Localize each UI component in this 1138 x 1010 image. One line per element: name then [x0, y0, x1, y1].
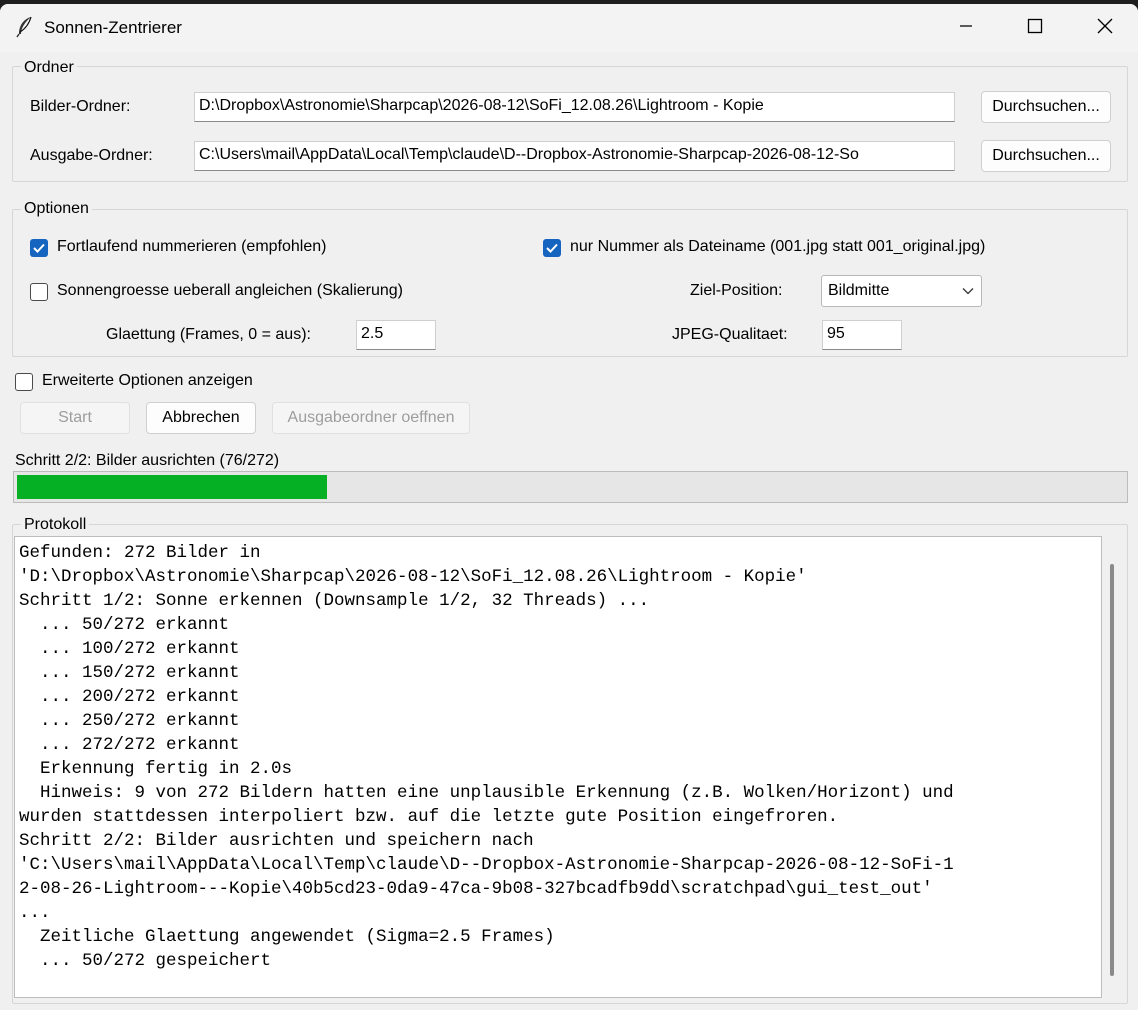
angleichen-checkbox[interactable] [30, 283, 48, 301]
log-scrollbar-thumb[interactable] [1110, 564, 1114, 976]
app-window: Sonnen-Zentrierer Ordner Bilder-Ordner: … [0, 4, 1138, 1010]
erweiterte-optionen-label[interactable]: Erweiterte Optionen anzeigen [42, 372, 253, 390]
bilder-ordner-input[interactable]: D:\Dropbox\Astronomie\Sharpcap\2026-08-1… [194, 92, 955, 122]
log-line: wurden stattdessen interpoliert bzw. auf… [19, 807, 839, 827]
log-line: ... 250/272 erkannt [19, 711, 240, 731]
start-button[interactable]: Start [20, 402, 130, 434]
log-line: Erkennung fertig in 2.0s [19, 759, 293, 779]
minimize-icon [958, 18, 974, 39]
progress-bar [13, 471, 1128, 503]
abbrechen-button[interactable]: Abbrechen [146, 402, 256, 434]
log-scrollbar[interactable] [1109, 564, 1115, 976]
log-line: Hinweis: 9 von 272 Bildern hatten eine u… [19, 783, 954, 803]
log-line: ... 50/272 erkannt [19, 615, 230, 635]
ausgabeordner-oeffnen-button[interactable]: Ausgabeordner oeffnen [272, 402, 470, 434]
chevron-down-icon [961, 284, 975, 303]
ziel-position-label: Ziel-Position: [690, 282, 783, 299]
checkmark-icon [543, 239, 561, 257]
nur-nummer-checkbox[interactable] [543, 239, 561, 257]
ausgabe-browse-button[interactable]: Durchsuchen... [981, 140, 1111, 172]
fortlaufend-checkbox[interactable] [30, 239, 48, 257]
log-line: 'D:\Dropbox\Astronomie\Sharpcap\2026-08-… [19, 567, 807, 587]
log-line: Gefunden: 272 Bilder in [19, 543, 261, 563]
log-line: ... 200/272 erkannt [19, 687, 240, 707]
ordner-group-label: Ordner [21, 59, 77, 77]
minimize-button[interactable] [931, 4, 1001, 52]
log-line: ... 50/272 gespeichert [19, 951, 272, 971]
nur-nummer-label[interactable]: nur Nummer als Dateiname (001.jpg statt … [570, 238, 985, 256]
close-icon [1096, 17, 1114, 40]
close-button[interactable] [1070, 4, 1138, 52]
feather-icon [16, 16, 34, 38]
status-text: Schritt 2/2: Bilder ausrichten (76/272) [15, 452, 280, 469]
log-line: Schritt 2/2: Bilder ausrichten und speic… [19, 831, 534, 851]
maximize-icon [1027, 18, 1043, 39]
fortlaufend-label[interactable]: Fortlaufend nummerieren (empfohlen) [57, 238, 326, 256]
bilder-browse-button[interactable]: Durchsuchen... [981, 91, 1111, 123]
log-line: ... 272/272 erkannt [19, 735, 240, 755]
jpeg-qualitaet-label: JPEG-Qualitaet: [672, 326, 788, 343]
log-text: Gefunden: 272 Bilder in 'D:\Dropbox\Astr… [19, 541, 954, 973]
ziel-position-select[interactable]: Bildmitte [821, 275, 982, 307]
protokoll-log[interactable]: Gefunden: 272 Bilder in 'D:\Dropbox\Astr… [14, 536, 1102, 998]
progress-fill [17, 475, 327, 499]
angleichen-label[interactable]: Sonnengroesse ueberall angleichen (Skali… [57, 282, 403, 300]
log-line: ... 150/272 erkannt [19, 663, 240, 683]
erweiterte-optionen-checkbox[interactable] [15, 373, 33, 391]
ziel-position-value: Bildmitte [828, 282, 890, 299]
ausgabe-ordner-input[interactable]: C:\Users\mail\AppData\Local\Temp\claude\… [194, 141, 955, 171]
maximize-button[interactable] [1000, 4, 1070, 52]
log-line: 'C:\Users\mail\AppData\Local\Temp\claude… [19, 855, 954, 875]
log-line: Zeitliche Glaettung angewendet (Sigma=2.… [19, 927, 555, 947]
glaettung-label: Glaettung (Frames, 0 = aus): [106, 326, 311, 343]
log-line: 2-08-26-Lightroom---Kopie\40b5cd23-0da9-… [19, 879, 933, 899]
log-line: ... 100/272 erkannt [19, 639, 240, 659]
log-line: Schritt 1/2: Sonne erkennen (Downsample … [19, 591, 650, 611]
bilder-ordner-label: Bilder-Ordner: [30, 98, 131, 115]
title-bar[interactable]: Sonnen-Zentrierer [0, 4, 1138, 52]
jpeg-qualitaet-input[interactable]: 95 [822, 320, 902, 350]
optionen-group-label: Optionen [21, 200, 92, 218]
ausgabe-ordner-label: Ausgabe-Ordner: [30, 147, 153, 164]
glaettung-input[interactable]: 2.5 [356, 320, 436, 350]
checkmark-icon [30, 239, 48, 257]
window-title: Sonnen-Zentrierer [44, 18, 182, 37]
log-line: ... [19, 903, 51, 923]
protokoll-group-label: Protokoll [21, 516, 90, 534]
